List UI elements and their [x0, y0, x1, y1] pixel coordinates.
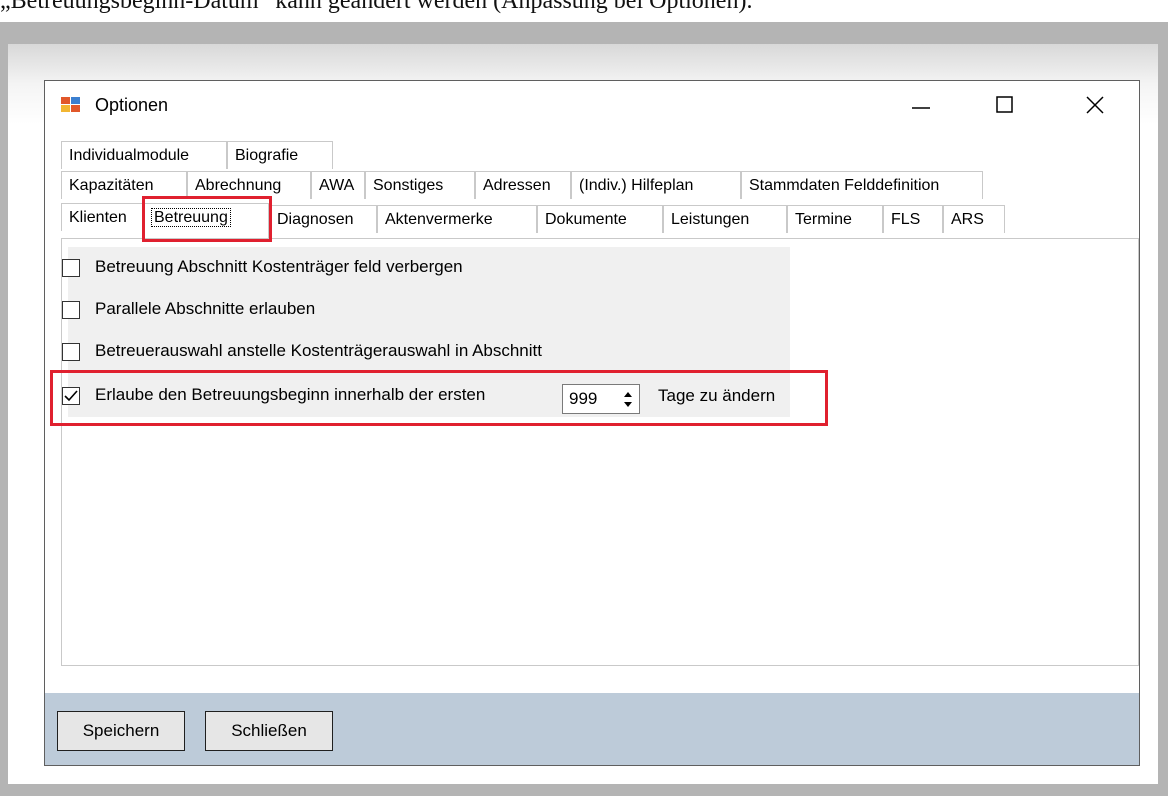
highlight-box-tab	[142, 196, 272, 242]
title-bar[interactable]: Optionen	[45, 81, 1139, 129]
minimize-button[interactable]	[891, 81, 951, 129]
checkbox-betreuer-selection[interactable]	[62, 343, 80, 361]
tab-leistungen[interactable]: Leistungen	[663, 205, 787, 233]
checkbox-hide-kostentraeger[interactable]	[62, 259, 80, 277]
tab-kapazitaeten[interactable]: Kapazitäten	[61, 171, 187, 199]
option-hide-kostentraeger-label: Betreuung Abschnitt Kostenträger feld ve…	[95, 257, 463, 276]
option-betreuer-selection[interactable]: Betreuerauswahl anstelle Kostenträgeraus…	[62, 340, 662, 368]
tab-abrechnung[interactable]: Abrechnung	[187, 171, 311, 199]
option-betreuer-selection-label: Betreuerauswahl anstelle Kostenträgeraus…	[95, 341, 542, 360]
tab-aktenvermerke[interactable]: Aktenvermerke	[377, 205, 537, 233]
tab-diagnosen[interactable]: Diagnosen	[269, 205, 377, 233]
window-title: Optionen	[95, 95, 169, 115]
option-parallel-sections-label: Parallele Abschnitte erlauben	[95, 299, 316, 318]
highlight-box-option	[50, 370, 828, 426]
app-window-icon	[61, 97, 81, 113]
close-form-button[interactable]: Schließen	[205, 711, 333, 751]
tab-adressen[interactable]: Adressen	[475, 171, 571, 199]
option-parallel-sections[interactable]: Parallele Abschnitte erlauben	[62, 298, 382, 326]
maximize-icon	[996, 96, 1013, 113]
tab-klienten[interactable]: Klienten	[61, 203, 143, 231]
tab-awa[interactable]: AWA	[311, 171, 365, 199]
tab-indiv-hilfeplan[interactable]: (Indiv.) Hilfeplan	[571, 171, 741, 199]
footer-bar: Speichern Schließen	[45, 693, 1139, 765]
maximize-button[interactable]	[975, 81, 1035, 129]
minimize-icon	[912, 107, 930, 109]
save-button[interactable]: Speichern	[57, 711, 185, 751]
close-button[interactable]	[1065, 81, 1125, 129]
tab-stammdaten-felddefinition[interactable]: Stammdaten Felddefinition	[741, 171, 983, 199]
tab-individualmodule[interactable]: Individualmodule	[61, 141, 227, 169]
tab-dokumente[interactable]: Dokumente	[537, 205, 663, 233]
tab-termine[interactable]: Termine	[787, 205, 883, 233]
tab-biografie[interactable]: Biografie	[227, 141, 333, 169]
tab-fls[interactable]: FLS	[883, 205, 943, 233]
tab-sonstiges[interactable]: Sonstiges	[365, 171, 475, 199]
checkbox-parallel-sections[interactable]	[62, 301, 80, 319]
caption-text: „Betreuungsbeginn-Datum“ kann geändert w…	[0, 0, 753, 14]
tab-ars[interactable]: ARS	[943, 205, 1005, 233]
close-icon	[1086, 96, 1104, 114]
option-hide-kostentraeger[interactable]: Betreuung Abschnitt Kostenträger feld ve…	[62, 256, 582, 284]
